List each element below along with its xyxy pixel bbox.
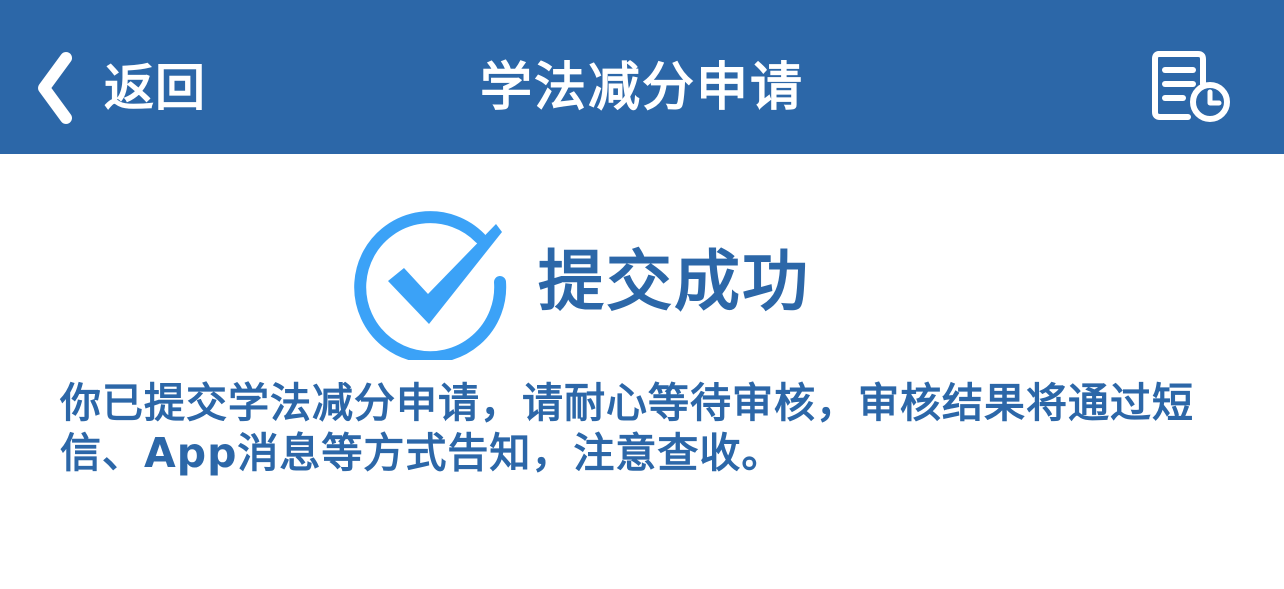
header-bar: 返回 学法减分申请 [0,0,1284,154]
check-circle-icon [354,211,507,360]
document-clock-icon [1152,51,1230,122]
submit-status: 提交成功 [352,204,810,360]
application-record-button[interactable] [1152,50,1234,126]
page-title: 学法减分申请 [479,58,804,118]
status-title: 提交成功 [538,243,810,320]
submission-message: 你已提交学法减分申请，请耐心等待审核，审核结果将通过短信、App消息等方式告知，… [60,379,1194,477]
